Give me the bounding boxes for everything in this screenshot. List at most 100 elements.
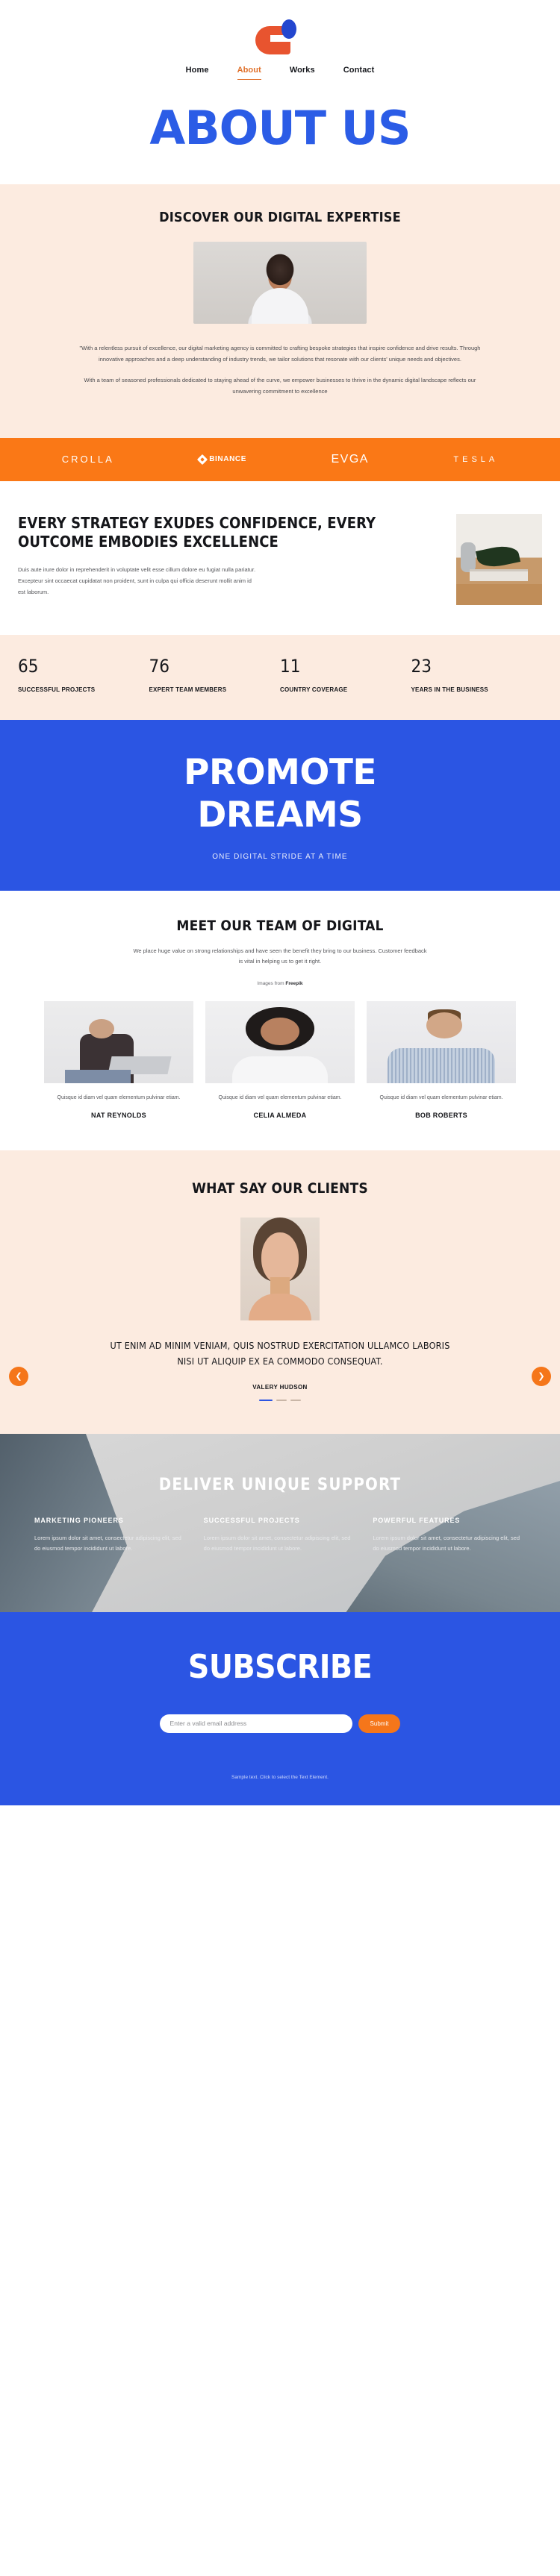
carousel-dot[interactable] — [290, 1399, 301, 1401]
chevron-right-icon[interactable]: ❯ — [532, 1367, 551, 1387]
stat-label: YEARS IN THE BUSINESS — [411, 686, 488, 693]
site-header: Home About Works Contact — [0, 0, 560, 80]
promote-subtitle: ONE DIGITAL STRIDE AT A TIME — [212, 853, 348, 862]
avatar-chest-shape — [248, 1294, 312, 1321]
promote-banner-section: PROMOTE DREAMS ONE DIGITAL STRIDE AT A T… — [0, 719, 560, 891]
stat-label: EXPERT TEAM MEMBERS — [149, 686, 227, 693]
discover-paragraph-2: With a team of seasoned professionals de… — [84, 377, 476, 395]
carousel-indicators[interactable] — [18, 1399, 542, 1401]
brand-logo-icon[interactable] — [254, 17, 306, 56]
stat-item-years: 23 YEARS IN THE BUSINESS — [411, 657, 543, 695]
testimonials-section: WHAT SAY OUR CLIENTS UT ENIM AD MINIM VE… — [0, 1150, 560, 1434]
image-credit-source[interactable]: Freepik — [285, 981, 302, 986]
nav-item-about[interactable]: About — [237, 66, 261, 80]
subscribe-form: Submit — [15, 1714, 545, 1733]
submit-button[interactable]: Submit — [358, 1714, 401, 1733]
brand-logo-crolla: CROLLA — [61, 454, 114, 465]
promote-heading: PROMOTE DREAMS — [15, 751, 545, 837]
stat-number: 11 — [280, 655, 301, 677]
testimonial-author: VALERY HUDSON — [252, 1383, 308, 1391]
promote-line-2: DREAMS — [197, 794, 363, 836]
team-card[interactable]: Quisque id diam vel quam elementum pulvi… — [367, 1000, 516, 1120]
stat-label: SUCCESSFUL PROJECTS — [18, 686, 96, 693]
brand-logo-tesla: TESLA — [453, 454, 499, 464]
team-heading: MEET OUR TEAM OF DIGITAL — [176, 918, 384, 935]
member-head-shape — [426, 1012, 462, 1039]
strategy-image-column — [456, 513, 542, 605]
page-title: ABOUT US — [149, 101, 411, 155]
stat-label: COUNTRY COVERAGE — [280, 686, 348, 693]
support-column-text: Lorem ipsum dolor sit amet, consectetur … — [373, 1534, 520, 1552]
member-head-shape — [89, 1018, 114, 1039]
main-navigation: Home About Works Contact — [0, 60, 560, 80]
team-card[interactable]: Quisque id diam vel quam elementum pulvi… — [44, 1000, 193, 1120]
logo-dot — [281, 19, 296, 39]
support-column-title: POWERFUL FEATURES — [373, 1516, 461, 1524]
discover-section: DISCOVER OUR DIGITAL EXPERTISE "With a r… — [0, 184, 560, 438]
stat-item-countries: 11 COUNTRY COVERAGE — [280, 657, 411, 695]
stat-number: 76 — [149, 655, 169, 677]
stat-number: 23 — [411, 655, 432, 677]
promote-line-1: PROMOTE — [184, 751, 376, 793]
team-member-photo — [205, 1000, 355, 1083]
nav-item-home[interactable]: Home — [186, 66, 209, 80]
brand-logo-evga: EVGA — [331, 452, 369, 466]
support-column: SUCCESSFUL PROJECTS Lorem ipsum dolor si… — [204, 1517, 357, 1554]
nav-item-contact[interactable]: Contact — [343, 66, 375, 80]
image-credit-prefix: Images from — [257, 980, 286, 986]
team-section: MEET OUR TEAM OF DIGITAL We place huge v… — [0, 891, 560, 1151]
page-root: Home About Works Contact ABOUT US DISCOV… — [0, 0, 560, 1805]
support-column-title: MARKETING PIONEERS — [34, 1516, 124, 1524]
support-heading: DELIVER UNIQUE SUPPORT — [158, 1475, 402, 1494]
stats-section: 65 SUCCESSFUL PROJECTS 76 EXPERT TEAM ME… — [0, 634, 560, 720]
discover-heading: DISCOVER OUR DIGITAL EXPERTISE — [159, 210, 401, 225]
carousel-dot[interactable] — [276, 1399, 287, 1401]
support-column-list: MARKETING PIONEERS Lorem ipsum dolor sit… — [18, 1517, 542, 1554]
testimonials-heading: WHAT SAY OUR CLIENTS — [192, 1180, 368, 1197]
brand-logo-binance: BINANCE — [197, 454, 246, 465]
books-shape — [470, 568, 528, 581]
email-input[interactable] — [159, 1714, 352, 1733]
support-column: MARKETING PIONEERS Lorem ipsum dolor sit… — [34, 1517, 187, 1554]
support-column-title: SUCCESSFUL PROJECTS — [203, 1516, 300, 1524]
brand-logo-binance-label: BINANCE — [209, 455, 246, 463]
strategy-text-column: EVERY STRATEGY EXUDES CONFIDENCE, EVERY … — [18, 514, 456, 605]
member-head-shape — [261, 1017, 299, 1046]
team-member-photo — [367, 1000, 516, 1083]
team-member-photo — [44, 1000, 193, 1083]
stat-number: 65 — [18, 655, 39, 677]
binance-diamond-icon — [197, 454, 208, 465]
subscribe-section: SUBSCRIBE Submit Sample text. Click to s… — [0, 1611, 560, 1805]
testimonial-avatar — [240, 1218, 320, 1321]
team-member-name: BOB ROBERTS — [415, 1112, 467, 1120]
hero-section: ABOUT US — [0, 80, 560, 184]
image-credit: Images from Freepik — [18, 981, 542, 986]
team-card-list: Quisque id diam vel quam elementum pulvi… — [18, 1000, 542, 1120]
avatar-face-shape — [261, 1232, 299, 1284]
brand-logo-strip: CROLLA BINANCE EVGA TESLA — [0, 437, 560, 481]
strategy-section: EVERY STRATEGY EXUDES CONFIDENCE, EVERY … — [0, 480, 560, 635]
strategy-desk-image — [456, 513, 542, 605]
team-member-name: NAT REYNOLDS — [91, 1112, 146, 1120]
support-column: POWERFUL FEATURES Lorem ipsum dolor sit … — [373, 1517, 526, 1554]
strategy-heading: EVERY STRATEGY EXUDES CONFIDENCE, EVERY … — [18, 513, 376, 551]
table-surface-shape — [456, 583, 542, 605]
team-member-caption: Quisque id diam vel quam elementum pulvi… — [57, 1094, 181, 1100]
stat-item-projects: 65 SUCCESSFUL PROJECTS — [18, 657, 149, 695]
team-card[interactable]: Quisque id diam vel quam elementum pulvi… — [205, 1000, 355, 1120]
member-shirt-shape — [232, 1056, 328, 1083]
team-member-name: CELIA ALMEDA — [253, 1112, 307, 1120]
subscribe-heading: SUBSCRIBE — [187, 1647, 373, 1686]
member-shirt-shape — [388, 1048, 495, 1083]
nav-item-works[interactable]: Works — [290, 66, 315, 80]
team-member-caption: Quisque id diam vel quam elementum pulvi… — [218, 1094, 342, 1100]
team-intro: We place huge value on strong relationsh… — [133, 947, 427, 965]
support-section: DELIVER UNIQUE SUPPORT MARKETING PIONEER… — [0, 1433, 560, 1612]
testimonial-quote: UT ENIM AD MINIM VENIAM, QUIS NOSTRUD EX… — [110, 1340, 450, 1367]
carousel-dot-active[interactable] — [259, 1399, 273, 1401]
strategy-paragraph: Duis aute irure dolor in reprehenderit i… — [18, 565, 256, 595]
discover-portrait-image — [193, 242, 367, 324]
logo-wrapper — [0, 13, 560, 60]
member-legs-shape — [65, 1070, 131, 1083]
support-column-text: Lorem ipsum dolor sit amet, consectetur … — [203, 1534, 351, 1552]
